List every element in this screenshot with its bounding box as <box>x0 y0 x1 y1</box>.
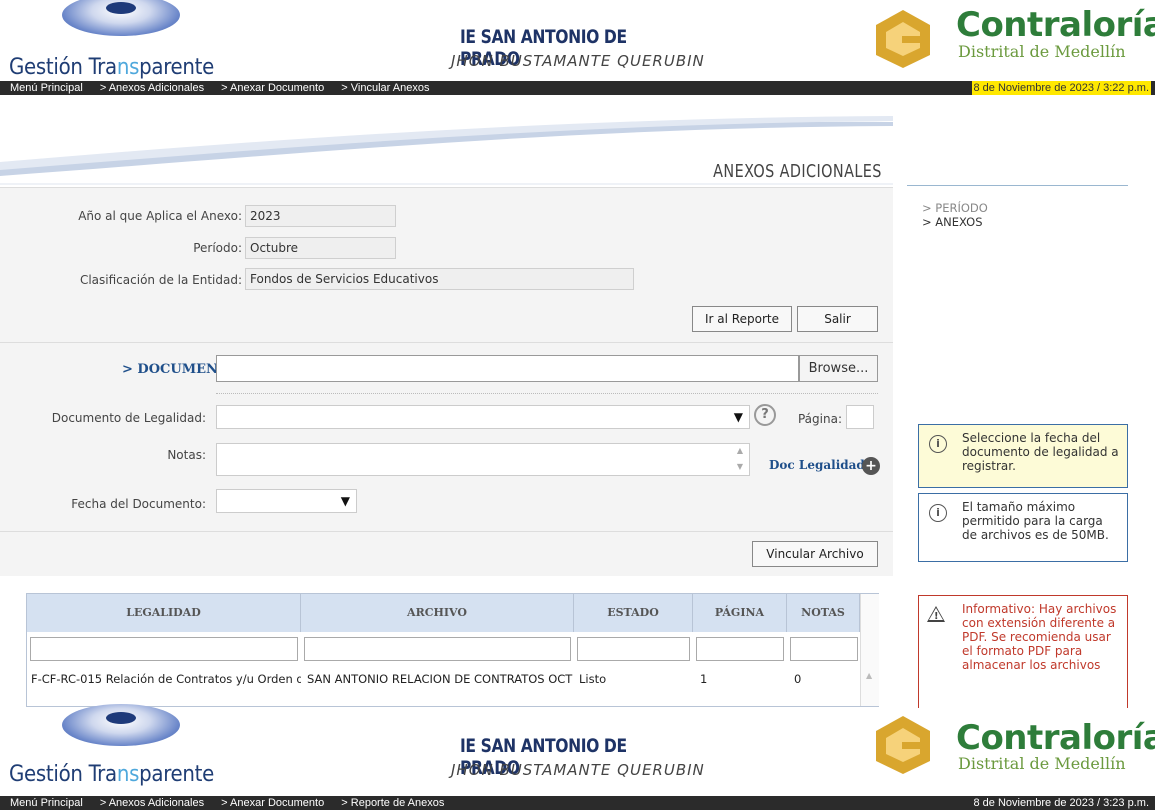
breadcrumb-bar: Menú Principal > Anexos Adicionales > An… <box>0 81 1155 95</box>
crumb-anexos-adicionales[interactable]: > Anexos Adicionales <box>100 797 204 809</box>
crumb-vincular-anexos[interactable]: > Vincular Anexos <box>341 82 429 94</box>
crumb-anexos-adicionales[interactable]: > Anexos Adicionales <box>100 82 204 94</box>
side-item-anexos[interactable]: > ANEXOS <box>922 215 983 229</box>
user-name: JHON BUSTAMANTE QUERUBIN <box>451 52 705 70</box>
doc-legalidad-select[interactable]: ▼ <box>216 405 750 429</box>
add-icon[interactable]: + <box>862 457 880 475</box>
periodo-field: Octubre <box>245 237 396 259</box>
brand-title: Gestión Transparente <box>9 762 215 787</box>
filter-notas[interactable] <box>790 637 858 661</box>
anio-label: Año al que Aplica el Anexo: <box>78 209 242 223</box>
notas-label: Notas: <box>167 448 206 462</box>
help-icon[interactable]: ? <box>754 404 776 426</box>
breadcrumb: Menú Principal > Anexos Adicionales > An… <box>10 81 443 95</box>
col-legalidad[interactable]: LEGALIDAD <box>27 594 301 632</box>
browse-button[interactable]: Browse... <box>799 355 878 382</box>
user-name: JHON BUSTAMANTE QUERUBIN <box>451 761 705 779</box>
side-divider <box>907 185 1128 186</box>
cell-pagina: 1 <box>700 672 708 686</box>
col-notas[interactable]: NOTAS <box>787 594 860 632</box>
tip-fecha: i Seleccione la fecha del documento de l… <box>918 424 1128 488</box>
tip-fecha-text: Seleccione la fecha del documento de leg… <box>962 431 1119 473</box>
vincular-archivo-button[interactable]: Vincular Archivo <box>752 541 878 567</box>
tip-size-text: El tamaño máximo permitido para la carga… <box>962 500 1109 542</box>
crumb-anexar-documento[interactable]: > Anexar Documento <box>221 82 324 94</box>
notas-textarea[interactable]: ▲ ▼ <box>216 443 750 476</box>
anexos-table: LEGALIDAD ARCHIVO ESTADO PÁGINA NOTAS F-… <box>26 593 879 707</box>
chevron-down-icon: ▼ <box>340 494 350 508</box>
scroll-up-icon[interactable]: ▲ <box>866 671 872 680</box>
info-icon: i <box>929 435 947 453</box>
org-subtitle: Distrital de Medellín <box>958 42 1126 61</box>
tip-pdf-text: Informativo: Hay archivos con extensión … <box>962 602 1117 672</box>
doc-legalidad-label: Documento de Legalidad: <box>51 411 206 425</box>
contraloria-logo-icon <box>876 716 930 774</box>
doc-legalidad-link[interactable]: Doc Legalidad <box>769 458 865 472</box>
fecha-label: Fecha del Documento: <box>71 497 206 511</box>
clasificacion-label: Clasificación de la Entidad: <box>79 273 242 287</box>
gestion-logo-icon <box>62 704 180 746</box>
cell-estado: Listo <box>579 672 607 686</box>
crumb-anexar-documento[interactable]: > Anexar Documento <box>221 797 324 809</box>
session-date: 8 de Noviembre de 2023 / 3:23 p.m. <box>973 797 1150 809</box>
tip-size: i El tamaño máximo permitido para la car… <box>918 493 1128 562</box>
periodo-label: Período: <box>193 241 242 255</box>
filter-pagina[interactable] <box>696 637 784 661</box>
session-date: 8 de Noviembre de 2023 / 3:22 p.m. <box>971 81 1151 95</box>
table-scrollbar[interactable]: ▲ <box>860 594 879 706</box>
col-estado[interactable]: ESTADO <box>574 594 693 632</box>
scroll-up-icon[interactable]: ▲ <box>737 446 743 455</box>
gestion-logo-icon <box>62 0 180 36</box>
contraloria-logo-icon <box>876 10 930 68</box>
tip-pdf-warning: ! Informativo: Hay archivos con extensió… <box>918 595 1128 710</box>
clasificacion-field: Fondos de Servicios Educativos <box>245 268 634 290</box>
breadcrumb-bar: Menú Principal > Anexos Adicionales > An… <box>0 796 1155 810</box>
file-path-input[interactable] <box>216 355 799 382</box>
crumb-reporte-anexos[interactable]: > Reporte de Anexos <box>341 797 444 809</box>
salir-button[interactable]: Salir <box>797 306 878 332</box>
filter-legalidad[interactable] <box>30 637 298 661</box>
filter-estado[interactable] <box>577 637 690 661</box>
org-name: Contraloría <box>956 5 1155 45</box>
cell-archivo[interactable]: SAN ANTONIO RELACION DE CONTRATOS OCT <box>307 669 573 689</box>
brand-title: Gestión Transparente <box>9 55 215 80</box>
info-icon: i <box>929 504 947 522</box>
pagina-input[interactable] <box>846 405 874 429</box>
page-title: ANEXOS ADICIONALES <box>713 161 882 182</box>
col-archivo[interactable]: ARCHIVO <box>301 594 574 632</box>
org-subtitle: Distrital de Medellín <box>958 754 1126 773</box>
org-name: Contraloría <box>956 718 1155 758</box>
bottom-header: Gestión Transparente IE SAN ANTONIO DE P… <box>0 704 1155 795</box>
fecha-select[interactable]: ▼ <box>216 489 357 513</box>
crumb-menu-principal[interactable]: Menú Principal <box>10 82 83 94</box>
divider <box>216 393 878 394</box>
cell-legalidad[interactable]: F-CF-RC-015 Relación de Contratos y/u Or… <box>31 669 301 689</box>
scroll-down-icon[interactable]: ▼ <box>737 462 743 471</box>
crumb-menu-principal[interactable]: Menú Principal <box>10 797 83 809</box>
side-item-periodo[interactable]: > PERÍODO <box>922 201 988 215</box>
filter-archivo[interactable] <box>304 637 571 661</box>
col-pagina[interactable]: PÁGINA <box>693 594 787 632</box>
ir-al-reporte-button[interactable]: Ir al Reporte <box>692 306 792 332</box>
anio-field: 2023 <box>245 205 396 227</box>
pagina-label: Página: <box>797 412 842 426</box>
breadcrumb: Menú Principal > Anexos Adicionales > An… <box>10 796 458 810</box>
cell-notas: 0 <box>794 672 802 686</box>
chevron-down-icon: ▼ <box>733 410 743 424</box>
